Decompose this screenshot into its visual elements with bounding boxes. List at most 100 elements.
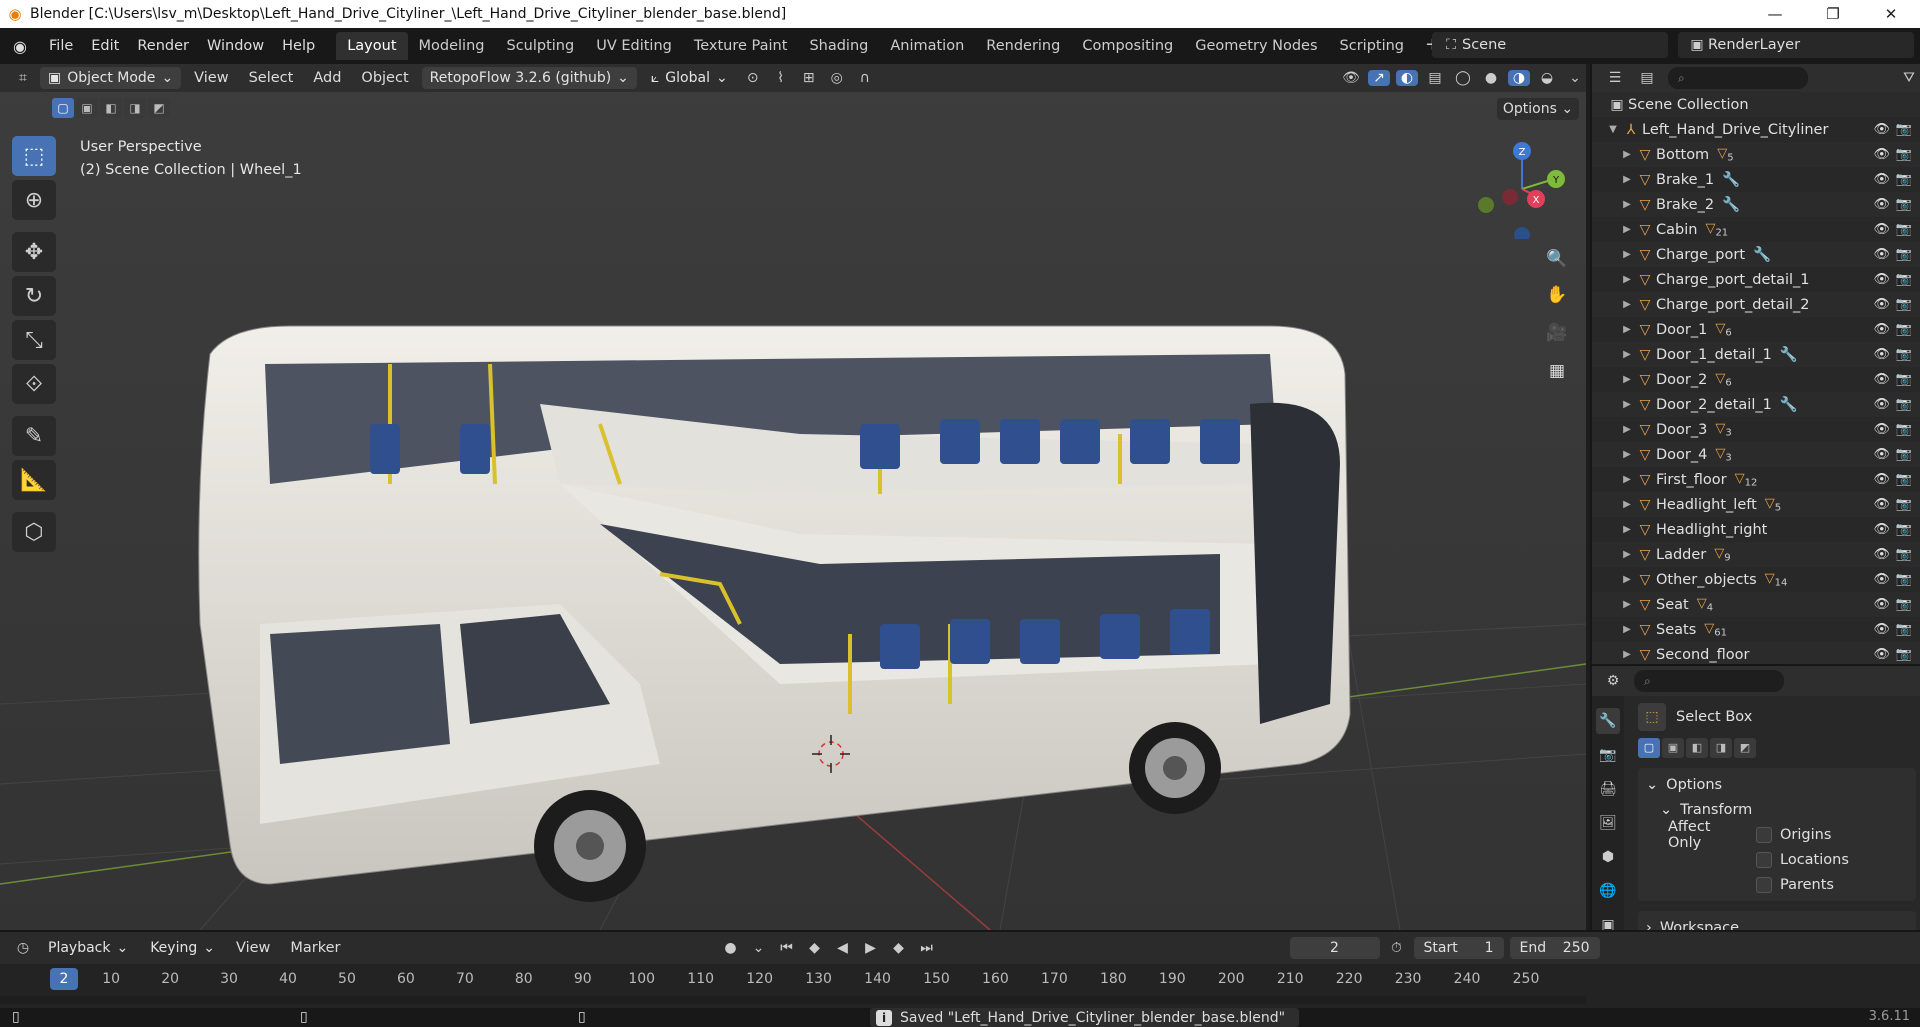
render-camera-icon[interactable]: 📷 — [1896, 622, 1912, 637]
render-camera-icon[interactable]: 📷 — [1896, 247, 1912, 262]
transform-tool-icon[interactable]: ⟐ — [12, 364, 56, 404]
visibility-eye-icon[interactable]: 👁 — [1873, 147, 1890, 162]
display-mode-icon[interactable]: ▤ — [1636, 70, 1658, 86]
tab-compositing[interactable]: Compositing — [1071, 32, 1184, 60]
cursor-tool-icon[interactable]: ⊕ — [12, 180, 56, 220]
keying-menu[interactable]: Keying ⌄ — [142, 937, 223, 959]
visibility-eye-icon[interactable]: 👁 — [1873, 122, 1890, 137]
render-camera-icon[interactable]: 📷 — [1896, 322, 1912, 337]
outliner-item[interactable]: ▶ ▽ Seat ▽4 👁 📷 — [1592, 592, 1920, 617]
editor-type-icon[interactable]: ⌗ — [12, 70, 34, 86]
view-layer-tab-icon[interactable]: 🖼 — [1596, 810, 1620, 836]
render-layer-selector[interactable]: ▣ RenderLayer — [1678, 32, 1914, 58]
zoom-icon[interactable]: 🔍 — [1540, 242, 1574, 276]
outliner-item[interactable]: ▶ ▽ Seats ▽61 👁 📷 — [1592, 617, 1920, 642]
outliner-item[interactable]: ▶ ▽ Headlight_right 👁 📷 — [1592, 517, 1920, 542]
outliner-item[interactable]: ▶ ▽ Charge_port_detail_1 👁 📷 — [1592, 267, 1920, 292]
menu-edit[interactable]: Edit — [82, 38, 128, 54]
outliner-item[interactable]: ▶ ▽ Cabin ▽21 👁 📷 — [1592, 217, 1920, 242]
visibility-eye-icon[interactable]: 👁 — [1873, 247, 1890, 262]
tab-texture-paint[interactable]: Texture Paint — [683, 32, 799, 60]
expand-arrow-icon[interactable]: ▶ — [1620, 624, 1634, 635]
menu-file[interactable]: File — [40, 38, 82, 54]
outliner-item[interactable]: ▶ ▽ Door_2_detail_1 🔧 👁 📷 — [1592, 392, 1920, 417]
outliner-item[interactable]: ▶ ▽ Brake_1 🔧 👁 📷 — [1592, 167, 1920, 192]
select-intersect-icon[interactable]: ◩ — [148, 98, 170, 118]
rendered-shading-icon[interactable]: ◒ — [1536, 70, 1558, 86]
xray-icon[interactable]: ▤ — [1424, 70, 1446, 86]
stopwatch-icon[interactable]: ⏱ — [1386, 940, 1408, 956]
tab-shading[interactable]: Shading — [798, 32, 879, 60]
render-camera-icon[interactable]: 📷 — [1896, 172, 1912, 187]
tool-select-extend-icon[interactable]: ▣ — [1662, 738, 1684, 758]
visibility-eye-icon[interactable]: 👁 — [1873, 397, 1890, 412]
tool-select-intersect-icon[interactable]: ◩ — [1734, 738, 1756, 758]
scene-tab-icon[interactable]: ⬢ — [1596, 844, 1620, 870]
play-icon[interactable]: ▶ — [860, 940, 882, 956]
render-camera-icon[interactable]: 📷 — [1896, 497, 1912, 512]
menu-render[interactable]: Render — [128, 38, 198, 54]
tab-scripting[interactable]: Scripting — [1329, 32, 1415, 60]
outliner-item[interactable]: ▶ ▽ Door_3 ▽3 👁 📷 — [1592, 417, 1920, 442]
retopoflow-menu[interactable]: RetopoFlow 3.2.6 (github) ⌄ — [421, 67, 637, 89]
visibility-eye-icon[interactable]: 👁 — [1873, 272, 1890, 287]
render-camera-icon[interactable]: 📷 — [1896, 647, 1912, 662]
camera-view-icon[interactable]: 🎥 — [1540, 316, 1574, 350]
expand-arrow-icon[interactable]: ▶ — [1620, 474, 1634, 485]
outliner-item[interactable]: ▶ ▽ Bottom ▽5 👁 📷 — [1592, 142, 1920, 167]
outliner-item[interactable]: ▶ ▽ Door_4 ▽3 👁 📷 — [1592, 442, 1920, 467]
outliner-item[interactable]: ▶ ▽ First_floor ▽12 👁 📷 — [1592, 467, 1920, 492]
outliner-scene-collection[interactable]: ▣ Scene Collection — [1592, 92, 1920, 117]
render-camera-icon[interactable]: 📷 — [1896, 522, 1912, 537]
visibility-eye-icon[interactable]: 👁 — [1873, 597, 1890, 612]
timeline-editor-icon[interactable]: ◷ — [12, 940, 34, 956]
gizmo-toggle-icon[interactable]: ↗ — [1368, 70, 1390, 86]
render-camera-icon[interactable]: 📷 — [1896, 197, 1912, 212]
visibility-eye-icon[interactable]: 👁 — [1873, 222, 1890, 237]
outliner-item[interactable]: ▶ ▽ Door_1_detail_1 🔧 👁 📷 — [1592, 342, 1920, 367]
ortho-toggle-icon[interactable]: ▦ — [1540, 354, 1574, 388]
render-camera-icon[interactable]: 📷 — [1896, 222, 1912, 237]
record-icon[interactable]: ● — [720, 940, 742, 956]
viewport-options-button[interactable]: Options ⌄ — [1497, 98, 1579, 120]
shading-options-icon[interactable]: ⌄ — [1564, 70, 1586, 86]
render-camera-icon[interactable]: 📷 — [1896, 372, 1912, 387]
outliner-collection[interactable]: ▼ ⅄ Left_Hand_Drive_Cityliner 👁 📷 — [1592, 117, 1920, 142]
visibility-eye-icon[interactable]: 👁 — [1873, 372, 1890, 387]
select-invert-icon[interactable]: ◨ — [124, 98, 146, 118]
expand-arrow-icon[interactable]: ▶ — [1620, 374, 1634, 385]
render-camera-icon[interactable]: 📷 — [1896, 547, 1912, 562]
timeline-view-menu[interactable]: View — [229, 937, 277, 959]
render-camera-icon[interactable]: 📷 — [1896, 297, 1912, 312]
render-camera-icon[interactable]: 📷 — [1896, 447, 1912, 462]
overlay-toggle-icon[interactable]: ◐ — [1396, 70, 1418, 86]
playback-menu[interactable]: Playback ⌄ — [40, 937, 136, 959]
tool-select-new-icon[interactable]: ▢ — [1638, 738, 1660, 758]
properties-editor-icon[interactable]: ⚙ — [1602, 673, 1624, 689]
select-new-icon[interactable]: ▢ — [52, 98, 74, 118]
annotate-tool-icon[interactable]: ✎ — [12, 416, 56, 456]
expand-arrow-icon[interactable]: ▼ — [1606, 124, 1620, 135]
tool-tab-icon[interactable]: 🔧 — [1596, 708, 1620, 734]
end-frame-input[interactable]: End 250 — [1509, 937, 1600, 959]
solid-shading-icon[interactable]: ● — [1480, 70, 1502, 86]
select-box-tool-icon[interactable]: ⬚ — [12, 136, 56, 176]
pivot-point-icon[interactable]: ⊙ — [742, 70, 764, 86]
visibility-eye-icon[interactable]: 👁 — [1873, 297, 1890, 312]
transform-orientation[interactable]: ⟀ Global ⌄ — [643, 67, 736, 89]
render-camera-icon[interactable]: 📷 — [1896, 472, 1912, 487]
minimize-icon[interactable]: — — [1746, 5, 1804, 23]
material-shading-icon[interactable]: ◑ — [1508, 70, 1530, 86]
expand-arrow-icon[interactable]: ▶ — [1620, 274, 1634, 285]
scale-tool-icon[interactable]: ⤡ — [12, 320, 56, 360]
render-camera-icon[interactable]: 📷 — [1896, 597, 1912, 612]
visibility-eye-icon[interactable]: 👁 — [1873, 497, 1890, 512]
snap-icon[interactable]: ⌇ — [770, 70, 792, 86]
filter-icon[interactable]: ⛛ — [1898, 70, 1920, 86]
tab-geometry-nodes[interactable]: Geometry Nodes — [1184, 32, 1328, 60]
outliner-item[interactable]: ▶ ▽ Door_2 ▽6 👁 📷 — [1592, 367, 1920, 392]
tab-layout[interactable]: Layout — [336, 32, 408, 60]
render-tab-icon[interactable]: 📷 — [1596, 742, 1620, 768]
close-icon[interactable]: ✕ — [1862, 5, 1920, 23]
outliner-editor-icon[interactable]: ☰ — [1604, 70, 1626, 86]
